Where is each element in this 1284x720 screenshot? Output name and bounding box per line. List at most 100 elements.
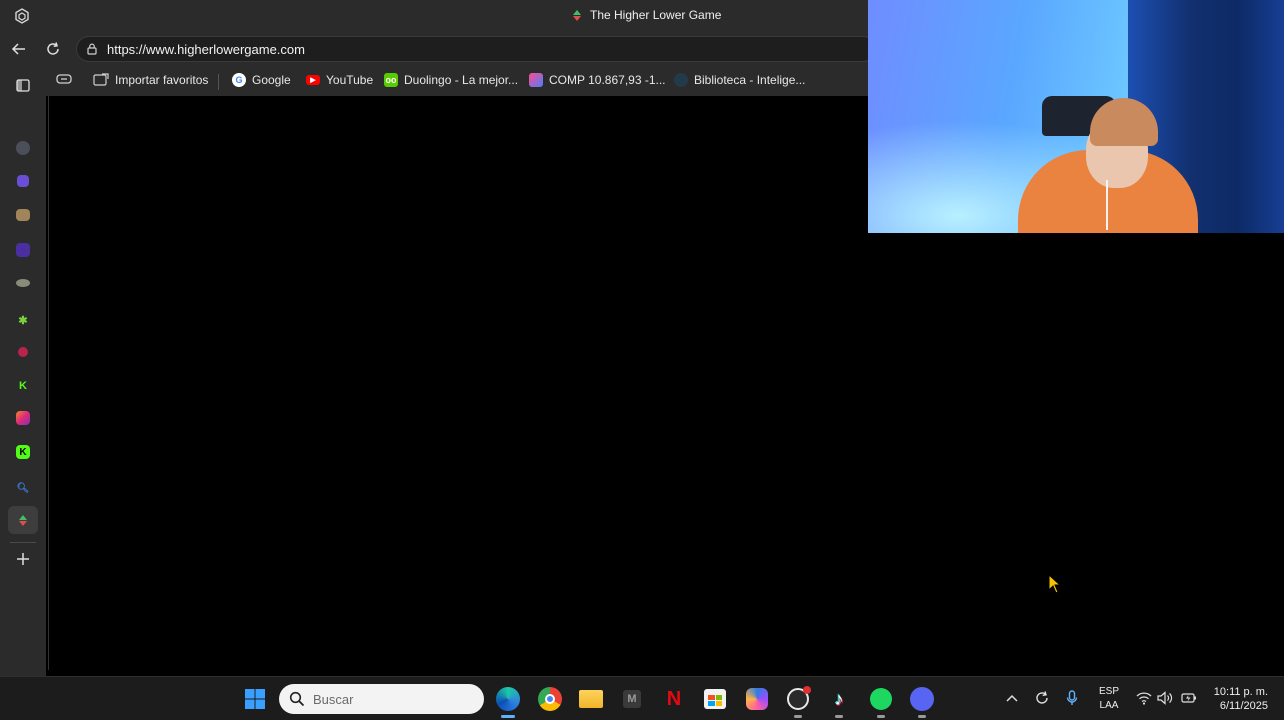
microphone-icon (1066, 690, 1078, 705)
app-icon[interactable] (17, 175, 29, 187)
address-bar[interactable]: https://www.higherlowergame.com (76, 36, 876, 62)
sidebar-divider (10, 542, 36, 543)
active-tab[interactable]: The Higher Lower Game (572, 8, 721, 22)
favorite-biblioteca[interactable]: Biblioteca - Intelige... (674, 73, 805, 87)
favorite-import[interactable]: Importar favoritos (93, 73, 208, 87)
url-text[interactable]: https://www.higherlowergame.com (107, 42, 305, 57)
higher-lower-favicon-icon (572, 8, 582, 22)
edge-icon (496, 687, 520, 711)
netflix-icon: N (666, 687, 682, 710)
keyboard-layout: LAA (1099, 700, 1119, 711)
favorite-comp[interactable]: COMP 10.867,93 -1... (529, 73, 666, 87)
battery-icon (1181, 693, 1196, 703)
workspaces-icon (15, 8, 29, 24)
refresh-icon (47, 42, 59, 55)
collections-icon (56, 74, 72, 84)
clock-time: 10:11 p. m. (1213, 686, 1268, 698)
higher-lower-icon (18, 513, 28, 527)
back-arrow-icon (11, 43, 25, 55)
chat-icon[interactable] (16, 141, 30, 155)
volume-tray-button[interactable] (1156, 689, 1174, 707)
microphone-tray-button[interactable] (1063, 689, 1081, 707)
wifi-tray-button[interactable] (1135, 689, 1153, 707)
sync-tray-button[interactable] (1033, 689, 1051, 707)
copilot-icon (746, 688, 768, 710)
favorite-duolingo[interactable]: oo Duolingo - La mejor... (384, 73, 518, 87)
add-icon (17, 553, 29, 565)
favorite-label: Importar favoritos (115, 73, 209, 87)
taskbar-spotify[interactable] (868, 686, 894, 718)
collections-button[interactable] (56, 73, 72, 85)
mouse-cursor-icon (1048, 574, 1062, 594)
app-icon[interactable] (16, 243, 30, 257)
instagram-icon[interactable] (16, 411, 30, 425)
favorites-divider (218, 74, 219, 90)
favorite-google[interactable]: G Google (232, 73, 291, 87)
youtube-icon: ▶ (306, 75, 320, 85)
taskbar-edge[interactable] (495, 686, 521, 718)
favorite-label: COMP 10.867,93 -1... (549, 73, 666, 87)
taskbar-netflix[interactable]: N (661, 686, 687, 712)
tab-title-text: The Higher Lower Game (590, 8, 722, 22)
discord-icon (910, 687, 934, 711)
chrome-icon (538, 687, 562, 711)
back-button[interactable] (8, 38, 30, 60)
store-icon (704, 689, 726, 709)
sync-icon (1036, 691, 1048, 704)
kick-icon[interactable]: K (16, 445, 30, 459)
workspaces-button[interactable] (12, 6, 32, 26)
taskbar-obs[interactable] (785, 686, 811, 718)
tab-actions-button[interactable] (14, 76, 32, 94)
tiktok-icon: ♪ (834, 688, 844, 709)
tab-actions-icon (16, 79, 30, 92)
language-code: ESP (1098, 686, 1119, 697)
battery-tray-button[interactable] (1180, 689, 1198, 707)
search-icon[interactable]: 🔍︎ (14, 479, 32, 497)
app-icon[interactable] (16, 279, 30, 287)
favorite-label: Google (252, 73, 291, 87)
webcam-overlay (868, 0, 1284, 233)
comp-icon (529, 73, 543, 87)
taskbar-chrome[interactable] (537, 686, 563, 712)
input-language-indicator[interactable]: ESP LAA (1098, 685, 1120, 713)
search-icon (289, 691, 305, 707)
notes-icon[interactable] (16, 209, 30, 221)
taskbar-file-explorer[interactable] (578, 686, 604, 712)
lock-icon[interactable] (85, 42, 99, 56)
green-app-icon[interactable]: ✱ (14, 311, 32, 329)
spotify-icon (870, 688, 892, 710)
favorite-label: Duolingo - La mejor... (404, 73, 519, 87)
taskbar-search[interactable]: Buscar (279, 684, 484, 714)
m-app-icon: M (623, 690, 641, 708)
taskbar-copilot[interactable] (744, 686, 770, 712)
google-icon: G (232, 73, 246, 87)
clock-date: 6/11/2025 (1219, 700, 1268, 712)
kick-icon[interactable]: K (14, 377, 32, 395)
sidebar-active-item[interactable] (8, 506, 38, 534)
show-hidden-icons-button[interactable] (1003, 689, 1021, 707)
taskbar-clock[interactable]: 10:11 p. m. 6/11/2025 (1204, 685, 1268, 713)
taskbar-m-app[interactable]: M (619, 686, 645, 712)
taskbar-store[interactable] (702, 686, 728, 712)
duolingo-icon: oo (384, 73, 398, 87)
recording-dot (803, 686, 811, 694)
speaker-icon (1157, 691, 1173, 705)
import-favorites-icon (93, 73, 109, 86)
vertical-sidebar: ✱ K K 🔍︎ (0, 66, 46, 676)
hoodie-cord (1106, 180, 1108, 230)
taskbar-tiktok[interactable]: ♪ (826, 686, 852, 718)
library-icon (674, 73, 688, 87)
wifi-icon (1136, 692, 1152, 705)
favorite-label: YouTube (326, 73, 374, 87)
taskbar-discord[interactable] (909, 686, 935, 718)
favorite-label: Biblioteca - Intelige... (694, 73, 806, 87)
favorite-youtube[interactable]: ▶ YouTube (306, 73, 373, 87)
file-explorer-icon (579, 690, 603, 708)
start-button[interactable] (242, 686, 268, 712)
taskbar: Buscar M N ♪ ESP LAA 10:11 p. m. 6/11/20… (0, 676, 1284, 720)
search-placeholder: Buscar (313, 691, 354, 707)
red-app-icon[interactable] (18, 347, 28, 357)
refresh-button[interactable] (42, 38, 64, 60)
add-button[interactable] (14, 550, 32, 568)
windows-start-icon (245, 689, 265, 709)
